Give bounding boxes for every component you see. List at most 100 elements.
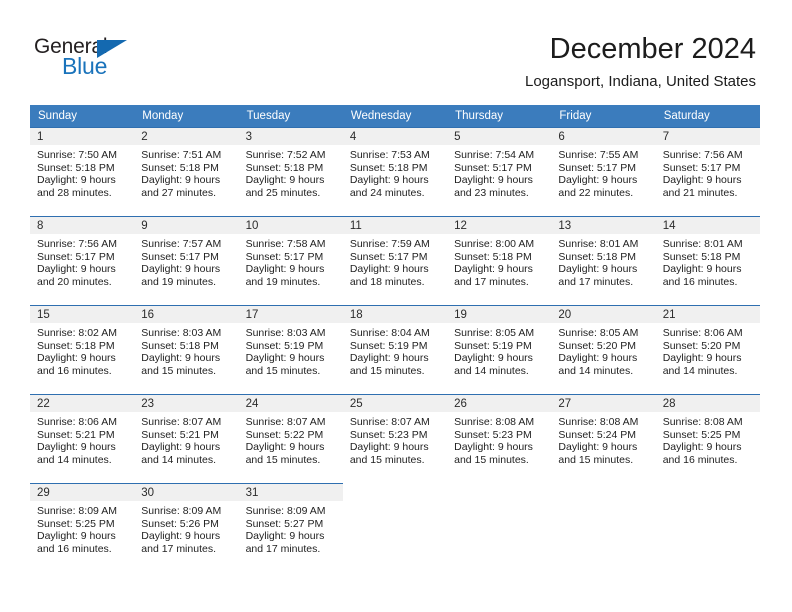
day-cell[interactable]: 18 Sunrise: 8:04 AM Sunset: 5:19 PM Dayligh… [342, 305, 448, 385]
page-subtitle: Logansport, Indiana, United States [525, 73, 756, 90]
daylight-text-line2: and 15 minutes. [454, 453, 529, 466]
sunrise-text: Sunrise: 7:57 AM [141, 238, 222, 250]
day-number: 16 [134, 306, 239, 323]
day-details: Sunrise: 7:55 AM Sunset: 5:17 PM Daylight:… [551, 145, 655, 199]
day-cell[interactable]: 13 Sunrise: 8:01 AM Sunset: 5:18 PM Dayligh… [551, 216, 656, 296]
day-cell[interactable]: 20 Sunrise: 8:05 AM Sunset: 5:20 PM Dayligh… [551, 305, 656, 385]
day-cell-empty [655, 483, 760, 563]
daylight-text-line2: and 22 minutes. [558, 186, 634, 199]
weekday-header-saturday: Saturday [655, 105, 760, 127]
day-cell[interactable]: 5 Sunrise: 7:54 AM Sunset: 5:17 PM Daylight… [447, 127, 552, 207]
day-cell[interactable]: 21 Sunrise: 8:06 AM Sunset: 5:20 PM Dayligh… [655, 305, 760, 385]
day-number [342, 484, 448, 501]
calendar-cell: 5 Sunrise: 7:54 AM Sunset: 5:17 PM Daylight… [447, 127, 552, 216]
day-cell[interactable]: 23 Sunrise: 8:07 AM Sunset: 5:21 PM Dayligh… [134, 394, 239, 474]
day-cell-empty [447, 483, 552, 563]
daylight-text-line2: and 23 minutes. [454, 186, 529, 199]
weekday-header-monday: Monday [134, 105, 239, 127]
sunset-text: Sunset: 5:18 PM [141, 339, 219, 352]
calendar-week-row: 22 Sunrise: 8:06 AM Sunset: 5:21 PM Dayligh… [30, 394, 760, 483]
sunset-text: Sunset: 5:20 PM [662, 339, 741, 352]
day-details: Sunrise: 8:07 AM Sunset: 5:23 PM Daylight:… [343, 412, 447, 466]
day-cell[interactable]: 4 Sunrise: 7:53 AM Sunset: 5:18 PM Daylight… [342, 127, 448, 207]
sunrise-text: Sunrise: 7:58 AM [245, 238, 326, 250]
sunrise-text: Sunrise: 7:52 AM [245, 149, 326, 161]
sunrise-text: Sunrise: 8:06 AM [37, 416, 117, 428]
daylight-text-line1: Daylight: 9 hours [245, 530, 325, 543]
day-cell[interactable]: 14 Sunrise: 8:01 AM Sunset: 5:18 PM Dayligh… [655, 216, 760, 296]
calendar-cell: 6 Sunrise: 7:55 AM Sunset: 5:17 PM Daylight… [551, 127, 656, 216]
daylight-text-line1: Daylight: 9 hours [349, 441, 429, 454]
sunset-text: Sunset: 5:20 PM [558, 339, 637, 352]
day-details: Sunrise: 8:07 AM Sunset: 5:21 PM Daylight:… [134, 412, 238, 466]
day-details: Sunrise: 7:52 AM Sunset: 5:18 PM Daylight:… [239, 145, 343, 199]
sunset-text: Sunset: 5:25 PM [662, 428, 741, 441]
day-cell[interactable]: 28 Sunrise: 8:08 AM Sunset: 5:25 PM Dayligh… [655, 394, 760, 474]
daylight-text-line1: Daylight: 9 hours [454, 352, 533, 365]
sunrise-text: Sunrise: 8:09 AM [37, 505, 117, 517]
calendar-cell: 20 Sunrise: 8:05 AM Sunset: 5:20 PM Dayligh… [551, 305, 656, 394]
day-cell[interactable]: 9 Sunrise: 7:57 AM Sunset: 5:17 PM Daylight… [134, 216, 239, 296]
day-cell[interactable]: 24 Sunrise: 8:07 AM Sunset: 5:22 PM Dayligh… [238, 394, 343, 474]
day-details: Sunrise: 8:05 AM Sunset: 5:19 PM Daylight:… [447, 323, 551, 377]
sunset-text: Sunset: 5:17 PM [558, 161, 637, 174]
calendar-body: 1 Sunrise: 7:50 AM Sunset: 5:18 PM Daylight… [30, 127, 760, 572]
day-details: Sunrise: 8:03 AM Sunset: 5:19 PM Daylight:… [239, 323, 343, 377]
day-cell[interactable]: 8 Sunrise: 7:56 AM Sunset: 5:17 PM Daylight… [30, 216, 135, 296]
daylight-text-line1: Daylight: 9 hours [454, 174, 533, 187]
day-cell[interactable]: 2 Sunrise: 7:51 AM Sunset: 5:18 PM Daylight… [134, 127, 239, 207]
day-cell[interactable]: 30 Sunrise: 8:09 AM Sunset: 5:26 PM Dayligh… [134, 483, 239, 563]
calendar-cell: 25 Sunrise: 8:07 AM Sunset: 5:23 PM Dayligh… [342, 394, 448, 483]
day-cell[interactable]: 10 Sunrise: 7:58 AM Sunset: 5:17 PM Dayligh… [238, 216, 343, 296]
day-cell[interactable]: 3 Sunrise: 7:52 AM Sunset: 5:18 PM Daylight… [238, 127, 343, 207]
calendar-cell: 18 Sunrise: 8:04 AM Sunset: 5:19 PM Dayligh… [342, 305, 448, 394]
day-details: Sunrise: 8:08 AM Sunset: 5:23 PM Daylight:… [447, 412, 551, 466]
day-number: 21 [655, 306, 760, 323]
calendar-cell: 21 Sunrise: 8:06 AM Sunset: 5:20 PM Dayligh… [655, 305, 760, 394]
general-blue-logo[interactable]: General Blue [34, 36, 164, 82]
day-number: 2 [134, 128, 239, 145]
day-number: 11 [342, 217, 448, 234]
daylight-text-line1: Daylight: 9 hours [141, 174, 221, 187]
calendar-header-row: Sunday Monday Tuesday Wednesday Thursday… [30, 105, 760, 127]
day-cell[interactable]: 31 Sunrise: 8:09 AM Sunset: 5:27 PM Dayligh… [238, 483, 343, 563]
day-details: Sunrise: 8:05 AM Sunset: 5:20 PM Daylight:… [551, 323, 655, 377]
daylight-text-line1: Daylight: 9 hours [245, 441, 325, 454]
day-number: 6 [551, 128, 656, 145]
day-cell[interactable]: 26 Sunrise: 8:08 AM Sunset: 5:23 PM Dayligh… [447, 394, 552, 474]
sunrise-text: Sunrise: 8:05 AM [558, 327, 639, 339]
day-cell[interactable]: 6 Sunrise: 7:55 AM Sunset: 5:17 PM Daylight… [551, 127, 656, 207]
sunrise-text: Sunrise: 8:03 AM [245, 327, 326, 339]
day-cell[interactable]: 7 Sunrise: 7:56 AM Sunset: 5:17 PM Daylight… [655, 127, 760, 207]
sunset-text: Sunset: 5:17 PM [37, 250, 115, 263]
day-cell[interactable]: 12 Sunrise: 8:00 AM Sunset: 5:18 PM Dayligh… [447, 216, 552, 296]
day-number: 31 [238, 484, 343, 501]
calendar-cell: 10 Sunrise: 7:58 AM Sunset: 5:17 PM Dayligh… [238, 216, 343, 305]
calendar-cell: 1 Sunrise: 7:50 AM Sunset: 5:18 PM Daylight… [30, 127, 135, 216]
day-cell[interactable]: 15 Sunrise: 8:02 AM Sunset: 5:18 PM Dayligh… [30, 305, 135, 385]
day-details: Sunrise: 8:08 AM Sunset: 5:24 PM Daylight:… [551, 412, 655, 466]
daylight-text-line2: and 16 minutes. [37, 542, 112, 555]
weekday-header-friday: Friday [551, 105, 656, 127]
day-details: Sunrise: 8:02 AM Sunset: 5:18 PM Daylight:… [30, 323, 134, 377]
day-cell[interactable]: 22 Sunrise: 8:06 AM Sunset: 5:21 PM Dayligh… [30, 394, 135, 474]
daylight-text-line1: Daylight: 9 hours [662, 352, 742, 365]
day-cell[interactable]: 19 Sunrise: 8:05 AM Sunset: 5:19 PM Dayligh… [447, 305, 552, 385]
sunset-text: Sunset: 5:26 PM [141, 517, 219, 530]
day-cell[interactable]: 11 Sunrise: 7:59 AM Sunset: 5:17 PM Dayligh… [342, 216, 448, 296]
day-details: Sunrise: 8:00 AM Sunset: 5:18 PM Daylight:… [447, 234, 551, 288]
sunset-text: Sunset: 5:23 PM [454, 428, 532, 441]
daylight-text-line1: Daylight: 9 hours [37, 174, 116, 187]
day-cell[interactable]: 16 Sunrise: 8:03 AM Sunset: 5:18 PM Dayligh… [134, 305, 239, 385]
day-cell[interactable]: 27 Sunrise: 8:08 AM Sunset: 5:24 PM Dayligh… [551, 394, 656, 474]
day-cell[interactable]: 25 Sunrise: 8:07 AM Sunset: 5:23 PM Dayligh… [342, 394, 448, 474]
day-cell[interactable]: 17 Sunrise: 8:03 AM Sunset: 5:19 PM Dayligh… [238, 305, 343, 385]
day-cell[interactable]: 29 Sunrise: 8:09 AM Sunset: 5:25 PM Dayligh… [30, 483, 135, 563]
day-details: Sunrise: 8:04 AM Sunset: 5:19 PM Daylight:… [343, 323, 447, 377]
day-cell[interactable]: 1 Sunrise: 7:50 AM Sunset: 5:18 PM Daylight… [30, 127, 135, 207]
calendar-cell: 13 Sunrise: 8:01 AM Sunset: 5:18 PM Dayligh… [551, 216, 656, 305]
day-number: 10 [238, 217, 343, 234]
day-details: Sunrise: 8:09 AM Sunset: 5:26 PM Daylight:… [134, 501, 238, 555]
sunset-text: Sunset: 5:22 PM [245, 428, 324, 441]
sunset-text: Sunset: 5:17 PM [454, 161, 532, 174]
